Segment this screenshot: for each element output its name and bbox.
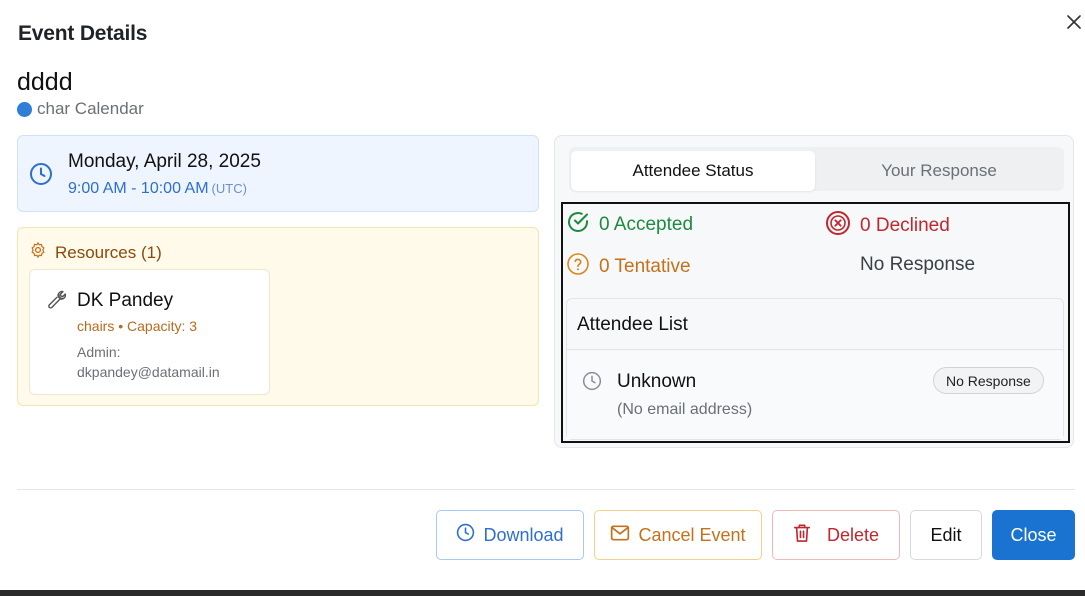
- resource-name: DK Pandey: [77, 290, 174, 311]
- declined-label: 0 Declined: [860, 215, 950, 236]
- attendee-list: Attendee List Unknown (No email address)…: [566, 298, 1064, 440]
- event-details-dialog: Event Details dddd char Calendar Monday,…: [0, 0, 1085, 590]
- resource-admin-label: Admin:: [77, 344, 121, 360]
- wrench-icon: [46, 289, 67, 314]
- tab-your-response[interactable]: Your Response: [817, 151, 1061, 191]
- clock-icon: [582, 371, 602, 396]
- attendee-email: (No email address): [617, 401, 753, 418]
- attendee-list-heading: Attendee List: [567, 299, 1063, 350]
- event-time: 9:00 AM - 10:00 AM (UTC): [68, 180, 247, 198]
- tentative-label: 0 Tentative: [599, 256, 691, 277]
- resources-card: Resources (1) DK Pandey chairs • Capacit…: [17, 227, 539, 406]
- event-date: Monday, April 28, 2025: [68, 151, 261, 172]
- question-circle-icon: [566, 252, 590, 282]
- attendees-panel: Attendee Status Your Response 0 Accepted…: [554, 135, 1074, 448]
- accepted-label: 0 Accepted: [599, 214, 694, 235]
- accepted-count: 0 Accepted: [566, 210, 693, 240]
- check-circle-icon: [566, 210, 590, 240]
- delete-label: Delete: [826, 524, 880, 545]
- resources-heading: Resources (1): [29, 241, 162, 264]
- no-response-count: No Response: [860, 254, 975, 276]
- cancel-event-label: Cancel Event: [638, 524, 746, 545]
- declined-count: 0 Declined: [825, 210, 950, 242]
- download-label: Download: [483, 524, 564, 545]
- tentative-count: 0 Tentative: [566, 252, 691, 282]
- attendee-name: Unknown: [617, 371, 697, 392]
- tab-attendee-status[interactable]: Attendee Status: [571, 151, 815, 191]
- footer-divider: [17, 489, 1075, 490]
- calendar-name: char Calendar: [37, 99, 144, 118]
- download-button[interactable]: Download: [436, 510, 584, 560]
- resource-admin-email: dkpandey@datamail.in: [77, 364, 220, 380]
- list-item: Unknown (No email address) No Response: [567, 351, 1063, 439]
- x-circle-icon: [825, 210, 851, 242]
- dialog-title: Event Details: [18, 22, 148, 45]
- edit-button[interactable]: Edit: [910, 510, 982, 560]
- calendar-label: char Calendar: [17, 99, 144, 119]
- cancel-event-button[interactable]: Cancel Event: [594, 510, 762, 560]
- resource-item: DK Pandey chairs • Capacity: 3 Admin: dk…: [29, 269, 270, 395]
- attendee-status-summary: 0 Accepted 0 Declined 0 Tentative No Res…: [561, 202, 1070, 443]
- clock-icon: [29, 162, 53, 186]
- no-response-label: No Response: [860, 254, 976, 275]
- status-badge: No Response: [933, 367, 1044, 394]
- resources-heading-label: Resources (1): [55, 242, 162, 262]
- clock-icon: [456, 523, 475, 547]
- event-title: dddd: [17, 68, 73, 96]
- event-time-range: 9:00 AM - 10:00 AM: [68, 180, 209, 197]
- close-icon[interactable]: [1062, 10, 1085, 34]
- delete-button[interactable]: Delete: [772, 510, 900, 560]
- resource-admin: Admin: dkpandey@datamail.in: [77, 342, 220, 382]
- resource-meta: chairs • Capacity: 3: [77, 318, 198, 334]
- event-timezone: (UTC): [211, 181, 247, 196]
- schedule-card: Monday, April 28, 2025 9:00 AM - 10:00 A…: [17, 135, 539, 212]
- close-button[interactable]: Close: [992, 510, 1075, 560]
- mail-icon: [610, 524, 630, 547]
- attendee-tabs: Attendee Status Your Response: [569, 147, 1064, 191]
- calendar-color-dot: [17, 101, 32, 117]
- bottom-bar: [0, 590, 1085, 596]
- trash-icon: [793, 523, 811, 548]
- gear-icon: [29, 241, 47, 264]
